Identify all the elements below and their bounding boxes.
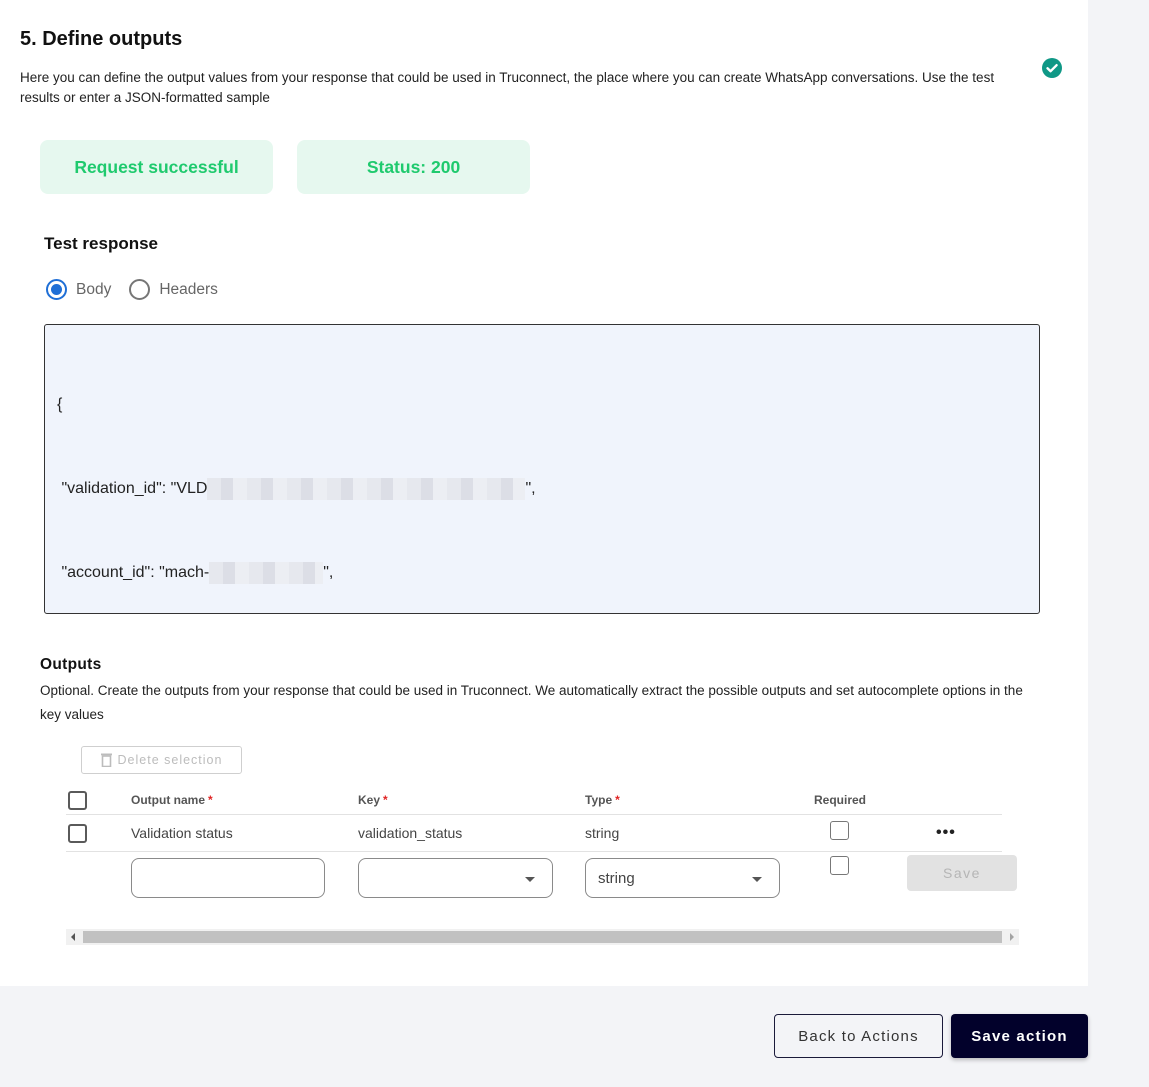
test-response-title: Test response xyxy=(44,234,159,253)
table-header: Output name * Key * Type * Required xyxy=(66,786,1002,815)
output-name-cell: Validation status xyxy=(131,825,233,841)
radio-body-control[interactable] xyxy=(46,279,67,300)
outputs-description: Optional. Create the outputs from your r… xyxy=(40,683,1023,722)
chevron-down-icon xyxy=(525,877,535,882)
save-action-button[interactable]: Save action xyxy=(951,1014,1088,1058)
key-cell: validation_status xyxy=(358,825,463,841)
json-line: "account_id": "mach- ", xyxy=(57,559,1039,587)
new-required-checkbox[interactable] xyxy=(830,856,849,875)
check-circle-icon xyxy=(1042,58,1062,78)
outputs-table: Output name * Key * Type * Required Validat… xyxy=(66,786,1017,908)
scrollbar-thumb[interactable] xyxy=(83,931,1002,943)
json-line: "validation_id": "VLD ", xyxy=(57,475,1039,503)
scroll-right-arrow-icon[interactable] xyxy=(1010,933,1014,941)
key-select[interactable] xyxy=(358,858,553,898)
redacted-value xyxy=(209,562,324,584)
outputs-title: Outputs xyxy=(40,656,102,673)
redacted-value xyxy=(207,478,526,500)
scroll-left-arrow-icon[interactable] xyxy=(71,933,75,941)
back-to-actions-button[interactable]: Back to Actions xyxy=(774,1014,943,1058)
output-name-input[interactable] xyxy=(131,858,325,898)
status-code-badge: Status: 200 xyxy=(297,140,530,194)
type-select[interactable]: string xyxy=(585,858,780,898)
radio-body[interactable]: Body xyxy=(46,279,111,300)
delete-selection-button[interactable]: Delete selection xyxy=(81,746,242,774)
page-title: 5. Define outputs xyxy=(20,28,183,50)
chevron-down-icon xyxy=(752,877,762,882)
response-view-radio-group: Body Headers xyxy=(46,279,236,300)
table-row: Validation status validation_status stri… xyxy=(66,815,1002,852)
intro-text: Here you can define the output values fr… xyxy=(20,70,995,105)
save-row-button[interactable]: Save xyxy=(907,855,1017,891)
radio-headers[interactable]: Headers xyxy=(129,279,218,300)
column-key: Key * xyxy=(358,793,388,807)
column-output-name: Output name * xyxy=(131,793,213,807)
json-line: { xyxy=(57,396,63,413)
trash-icon xyxy=(100,753,112,767)
define-outputs-card: 5. Define outputs Here you can define th… xyxy=(0,0,1088,986)
new-output-row: string Save xyxy=(66,852,1017,908)
more-options-icon[interactable]: ••• xyxy=(936,815,956,851)
type-cell: string xyxy=(585,825,620,841)
column-required: Required xyxy=(814,793,867,807)
delete-selection-label: Delete selection xyxy=(117,753,223,767)
json-response-textarea[interactable]: { "validation_id": "VLD ", "account_id": … xyxy=(44,324,1040,614)
request-successful-badge: Request successful xyxy=(40,140,273,194)
radio-headers-control[interactable] xyxy=(129,279,151,300)
horizontal-scrollbar[interactable] xyxy=(66,929,1019,945)
select-all-checkbox[interactable] xyxy=(68,790,87,810)
radio-body-label: Body xyxy=(76,280,112,298)
column-type: Type * xyxy=(585,793,620,807)
radio-headers-label: Headers xyxy=(159,280,218,298)
required-checkbox[interactable] xyxy=(830,820,849,840)
row-select-checkbox[interactable] xyxy=(68,823,87,843)
